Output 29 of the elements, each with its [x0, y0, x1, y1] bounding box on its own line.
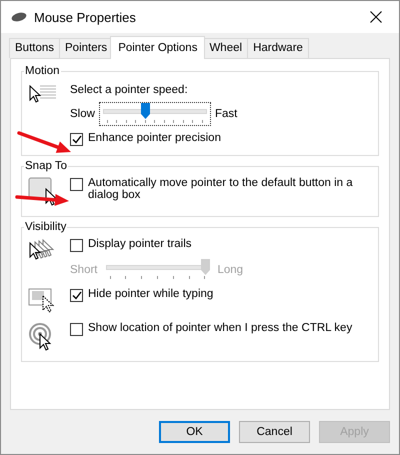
checkbox-label[interactable]: Display pointer trails [88, 238, 192, 250]
slider-min-label: Short [70, 264, 98, 276]
slider-min-label: Slow [70, 108, 95, 120]
slider-max-label: Fast [214, 108, 238, 120]
checkbox[interactable] [70, 323, 83, 336]
annotation-arrow [15, 194, 69, 206]
slider-thumb[interactable] [140, 103, 150, 119]
group-title: Motion [24, 65, 61, 77]
checkbox[interactable] [70, 289, 83, 302]
window-title: Mouse Properties [34, 10, 137, 24]
annotation-arrow [17, 131, 71, 153]
tab[interactable]: Pointer Options [110, 36, 206, 59]
tab[interactable]: Hardware [247, 38, 309, 58]
checkbox[interactable] [70, 178, 83, 191]
checkbox[interactable] [70, 133, 83, 146]
checkbox-label[interactable]: Hide pointer while typing [88, 288, 214, 300]
checkbox-label[interactable]: Enhance pointer precision [88, 132, 221, 144]
slider-caption: Select a pointer speed: [70, 83, 189, 96]
slider-max-label: Long [218, 264, 244, 276]
group-title: Visibility [24, 221, 68, 233]
checkbox[interactable] [70, 239, 83, 252]
group-title: Snap To [24, 160, 68, 172]
tab[interactable]: Buttons [9, 38, 60, 58]
checkbox-label[interactable]: Automatically move pointer to the default button in a dialog box [88, 177, 372, 201]
checkbox-label[interactable]: Show location of pointer when I press the CTRL key [88, 322, 352, 334]
dialog-button[interactable]: OK [159, 421, 230, 443]
close-icon[interactable] [370, 11, 382, 23]
dialog-button[interactable]: Cancel [239, 421, 310, 443]
mouse-icon [11, 12, 27, 22]
